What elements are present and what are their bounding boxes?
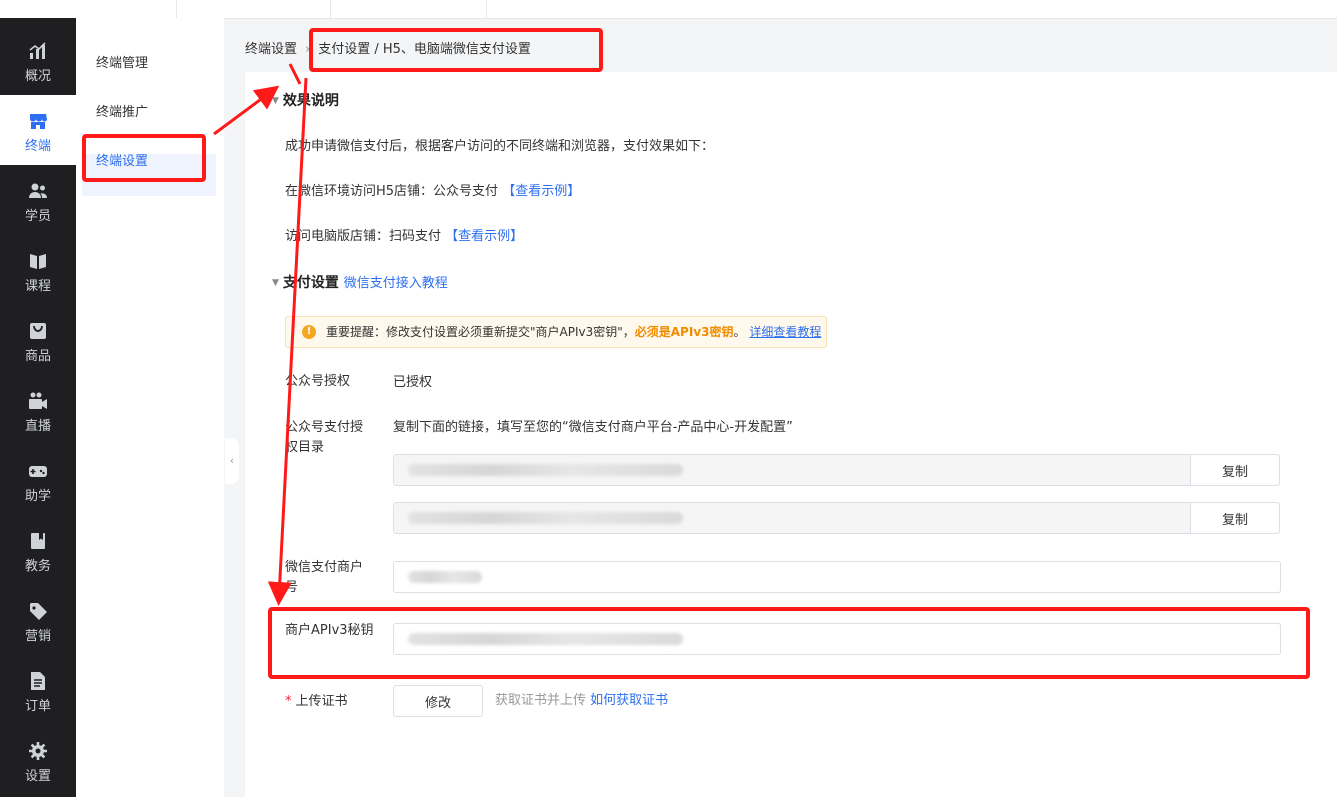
annotation-arrow <box>213 85 280 136</box>
annotation-arrow <box>288 63 302 85</box>
annotation-arrow <box>267 77 308 606</box>
annotation-arrows <box>213 63 308 606</box>
